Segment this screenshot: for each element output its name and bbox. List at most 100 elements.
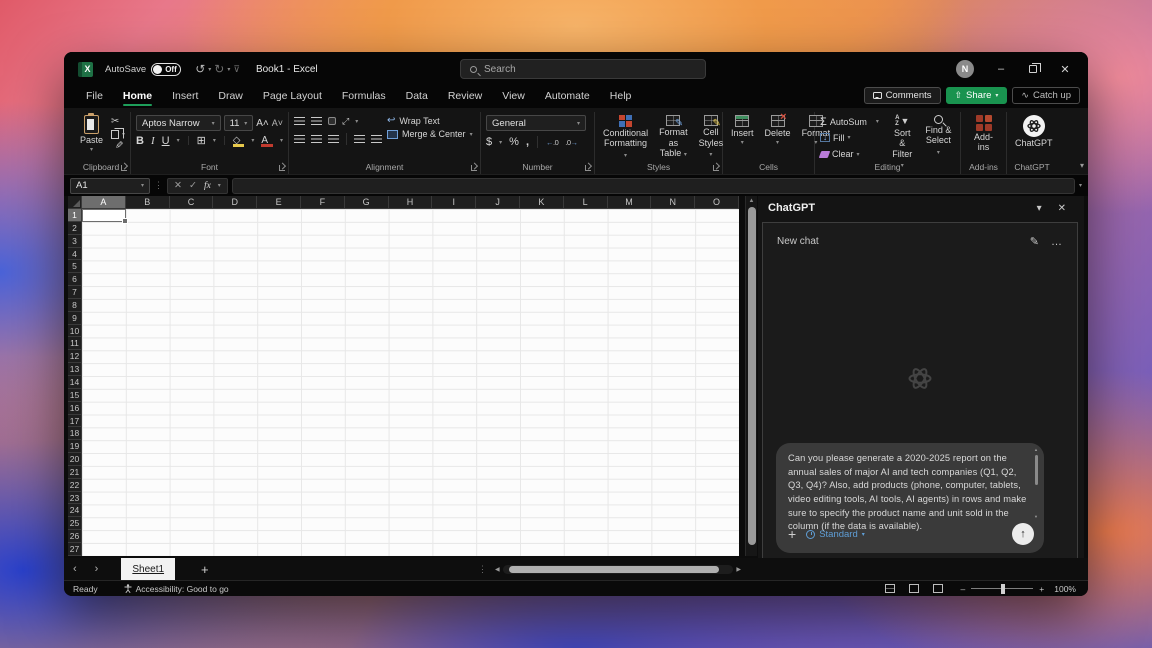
send-button[interactable]: ↑: [1012, 523, 1034, 545]
column-header[interactable]: E: [257, 196, 301, 209]
fill-color-icon[interactable]: ◇: [233, 134, 245, 147]
conditional-formatting-button[interactable]: ConditionalFormatting ▾: [600, 113, 651, 161]
add-sheet-button[interactable]: +: [187, 562, 223, 577]
align-bottom-icon[interactable]: [328, 117, 336, 125]
ribbon-tab[interactable]: File: [78, 87, 111, 107]
formula-input[interactable]: [232, 178, 1075, 194]
align-middle-icon[interactable]: [311, 117, 322, 125]
ribbon-tab[interactable]: Home: [115, 87, 160, 107]
ribbon-tab[interactable]: Automate: [537, 87, 598, 107]
row-header[interactable]: 8: [68, 299, 82, 312]
share-button[interactable]: ⇧Share▾: [946, 87, 1008, 104]
mode-selector[interactable]: Standard ▾: [806, 529, 865, 540]
cell-styles-button[interactable]: ✎ CellStyles ▾: [696, 113, 727, 161]
font-size-select[interactable]: 11▾: [224, 115, 254, 131]
column-header[interactable]: M: [608, 196, 652, 209]
ribbon-tab[interactable]: Insert: [164, 87, 206, 107]
undo-chevron-icon[interactable]: ▾: [208, 66, 211, 73]
ribbon-tab[interactable]: Formulas: [334, 87, 394, 107]
sort-filter-button[interactable]: AZ▼ Sort &Filter ▾: [888, 113, 917, 161]
horizontal-scrollbar[interactable]: ◀ ▶: [492, 563, 744, 575]
next-sheet-icon[interactable]: ›: [86, 563, 108, 575]
scroll-left-icon[interactable]: ◀: [492, 566, 503, 573]
autosave-control[interactable]: AutoSave Off: [105, 63, 181, 76]
column-header[interactable]: H: [389, 196, 433, 209]
cancel-icon[interactable]: ✕: [174, 180, 182, 191]
redo-button[interactable]: ↻: [214, 62, 224, 76]
accessibility-status[interactable]: Accessibility: Good to go: [124, 584, 229, 594]
chat-message-text[interactable]: Can you please generate a 2020-2025 repo…: [788, 452, 1030, 534]
ribbon-tab[interactable]: Data: [398, 87, 436, 107]
redo-chevron-icon[interactable]: ▾: [227, 66, 230, 73]
row-header[interactable]: 6: [68, 273, 82, 286]
scroll-up-icon[interactable]: ▲: [746, 196, 757, 206]
column-header[interactable]: G: [345, 196, 389, 209]
row-header[interactable]: 9: [68, 312, 82, 325]
row-header[interactable]: 4: [68, 248, 82, 261]
more-options-icon[interactable]: …: [1051, 236, 1063, 248]
merge-center-button[interactable]: Merge & Center▾: [387, 129, 473, 139]
decrease-decimal-icon[interactable]: .0→: [565, 138, 577, 147]
row-header[interactable]: 2: [68, 222, 82, 235]
clear-button[interactable]: Clear▾: [820, 148, 879, 161]
row-header[interactable]: 21: [68, 466, 82, 479]
alignment-dialog-launcher-icon[interactable]: [471, 165, 477, 171]
styles-dialog-launcher-icon[interactable]: [713, 165, 719, 171]
minimize-button[interactable]: –: [986, 57, 1016, 81]
row-header[interactable]: 24: [68, 504, 82, 517]
column-header[interactable]: D: [213, 196, 257, 209]
decrease-indent-icon[interactable]: [354, 135, 365, 143]
bold-button[interactable]: B: [136, 135, 144, 147]
column-header[interactable]: F: [301, 196, 345, 209]
undo-button[interactable]: ↺: [195, 62, 205, 76]
vertical-scroll-thumb[interactable]: [748, 207, 756, 545]
column-header[interactable]: A: [82, 196, 126, 209]
normal-view-icon[interactable]: [885, 584, 895, 593]
column-header[interactable]: O: [695, 196, 739, 209]
row-header[interactable]: 16: [68, 402, 82, 415]
row-header[interactable]: 20: [68, 453, 82, 466]
column-header[interactable]: N: [651, 196, 695, 209]
row-header[interactable]: 26: [68, 530, 82, 543]
delete-cells-button[interactable]: Delete▾: [762, 113, 794, 161]
restore-button[interactable]: [1018, 57, 1048, 81]
selected-cell-a1[interactable]: [82, 209, 126, 222]
autosum-button[interactable]: ΣAutoSum▾: [820, 115, 879, 128]
panel-close-icon[interactable]: ✕: [1050, 203, 1074, 214]
attach-plus-icon[interactable]: +: [788, 526, 796, 542]
fill-button[interactable]: ↓Fill▾: [820, 131, 879, 144]
zoom-in-icon[interactable]: +: [1039, 584, 1044, 594]
row-header[interactable]: 18: [68, 427, 82, 440]
row-header[interactable]: 11: [68, 337, 82, 350]
chat-input-scrollbar[interactable]: [1035, 451, 1039, 519]
row-header[interactable]: 23: [68, 492, 82, 505]
column-header[interactable]: I: [432, 196, 476, 209]
select-all-corner[interactable]: [68, 196, 82, 209]
column-header[interactable]: J: [476, 196, 520, 209]
quick-access-icon[interactable]: ⊽: [233, 64, 240, 75]
borders-icon[interactable]: ⊞: [197, 134, 206, 147]
ribbon-tab[interactable]: View: [494, 87, 533, 107]
row-header[interactable]: 13: [68, 363, 82, 376]
copy-button[interactable]: [111, 130, 119, 139]
increase-indent-icon[interactable]: [371, 135, 382, 143]
catch-up-button[interactable]: ∿Catch up: [1012, 87, 1080, 104]
currency-icon[interactable]: $: [486, 136, 492, 148]
clipboard-dialog-launcher-icon[interactable]: [121, 165, 127, 171]
row-header[interactable]: 3: [68, 235, 82, 248]
decrease-font-icon[interactable]: A˅: [272, 118, 283, 128]
search-box[interactable]: [460, 59, 706, 79]
row-header[interactable]: 22: [68, 479, 82, 492]
scroll-right-icon[interactable]: ▶: [733, 566, 744, 573]
fx-chevron-icon[interactable]: ▾: [218, 182, 221, 189]
italic-button[interactable]: I: [151, 135, 155, 147]
column-header[interactable]: K: [520, 196, 564, 209]
name-box[interactable]: A1▾: [70, 178, 150, 194]
wrap-text-button[interactable]: ↩Wrap Text: [387, 115, 473, 126]
page-break-view-icon[interactable]: [933, 584, 943, 593]
horizontal-scroll-thumb[interactable]: [509, 566, 719, 573]
row-header[interactable]: 27: [68, 543, 82, 556]
ribbon-tab[interactable]: Page Layout: [255, 87, 330, 107]
row-header[interactable]: 19: [68, 440, 82, 453]
avatar[interactable]: N: [956, 60, 974, 78]
